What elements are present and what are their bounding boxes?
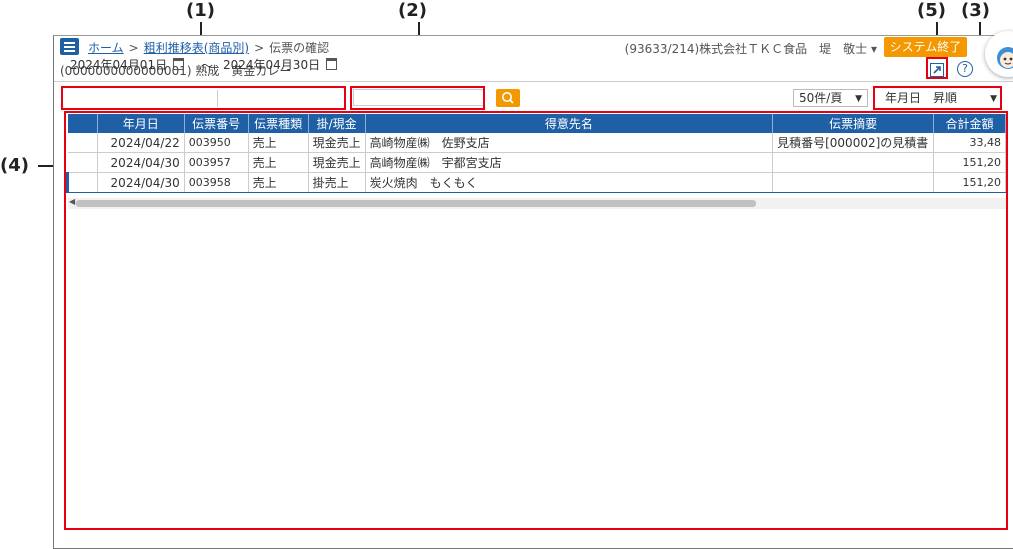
system-exit-button[interactable]: システム終了: [884, 37, 967, 57]
calendar-icon[interactable]: [326, 58, 338, 70]
company-user-menu[interactable]: (93633/214)株式会社ＴＫＣ食品 堤 敬士 ▾: [625, 40, 877, 57]
highlight-search: [350, 86, 485, 110]
date-to-value: 2024年04月30日: [223, 58, 321, 72]
header-divider: [54, 81, 1013, 82]
date-to-field[interactable]: 2024年04月30日: [223, 56, 338, 74]
date-from-field[interactable]: 2024年04月01日: [70, 56, 185, 74]
callout-3: (3): [961, 0, 990, 21]
calendar-icon[interactable]: [173, 58, 185, 70]
menu-icon[interactable]: [60, 38, 79, 55]
date-range-separator: ～: [201, 59, 214, 73]
highlight-date-range: [61, 86, 346, 110]
highlight-external-link: [926, 57, 948, 79]
callout-1: (1): [186, 0, 215, 21]
date-from-value: 2024年04月01日: [70, 58, 168, 72]
highlight-table: [64, 111, 1008, 530]
chevron-down-icon: ▼: [855, 94, 862, 104]
callout-5: (5): [917, 0, 946, 21]
breadcrumb: ホーム > 粗利推移表(商品別) > 伝票の確認: [88, 41, 330, 55]
search-icon: [502, 92, 514, 104]
highlight-sort: [873, 86, 1002, 110]
callout-2: (2): [398, 0, 427, 21]
search-button[interactable]: [496, 89, 520, 107]
top-bar: ホーム > 粗利推移表(商品別) > 伝票の確認 (93633/214)株式会社ＴＫＣ食…: [54, 36, 1013, 58]
callout-4: (4): [0, 155, 29, 176]
breadcrumb-report[interactable]: 粗利推移表(商品別): [144, 41, 249, 55]
breadcrumb-home[interactable]: ホーム: [88, 41, 124, 55]
breadcrumb-current: 伝票の確認: [269, 41, 330, 55]
per-page-select[interactable]: 50件/頁 ▼: [793, 89, 868, 107]
help-icon[interactable]: ?: [957, 61, 973, 77]
